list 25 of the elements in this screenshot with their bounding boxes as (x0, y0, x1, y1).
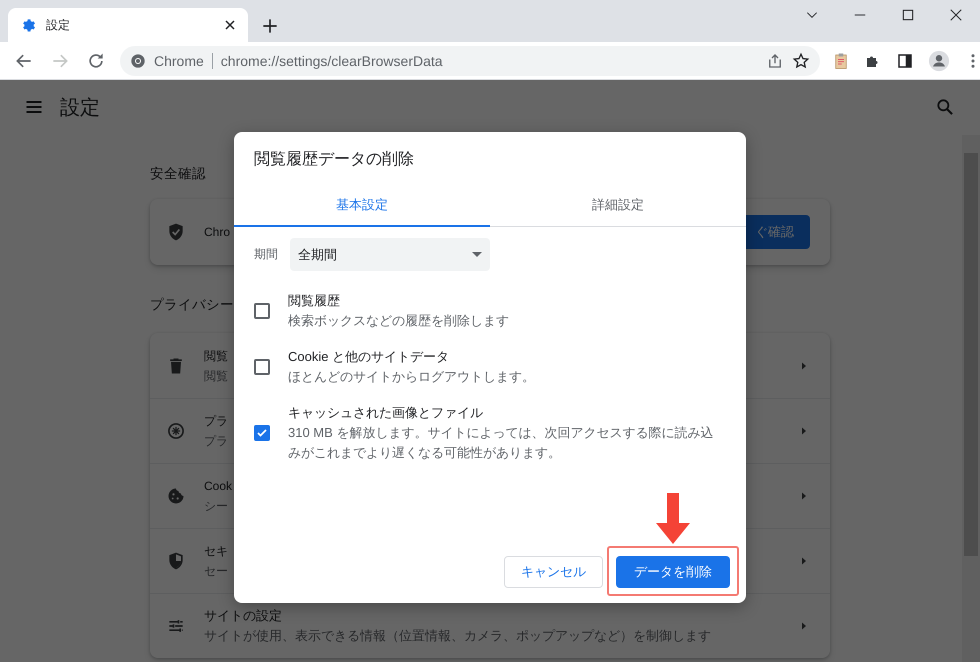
option-description: 310 MB を解放します。サイトによっては、次回アクセスする際に読み込みがこれまでより遅くなる可能性があります。 (288, 424, 714, 462)
row-subtitle: 閲覧 (204, 368, 228, 384)
tab-title: 設定 (46, 16, 71, 34)
row-title: サイトの設定 (204, 607, 282, 625)
row-title: プラ (204, 413, 228, 430)
page-title: 設定 (60, 96, 100, 120)
row-subtitle: シー (204, 498, 228, 515)
row-subtitle: プラ (204, 433, 228, 450)
option-description: ほとんどのサイトからログアウトします。 (288, 368, 535, 386)
option-title: 閲覧履歴 (288, 292, 340, 310)
row-title: 閲覧 (204, 348, 228, 364)
dialog-title: 閲覧履歴データの削除 (253, 150, 415, 170)
option-title: キャッシュされた画像とファイル (288, 404, 483, 422)
field-label: 期間 (254, 246, 278, 263)
option-description: 検索ボックスなどの履歴を削除します (288, 312, 509, 330)
section-heading: 安全確認 (150, 165, 206, 183)
row-title: Cook (204, 478, 232, 495)
url-text: chrome://settings/clearBrowserData (220, 52, 444, 68)
option-title: Cookie と他のサイトデータ (288, 348, 450, 366)
row-subtitle: サイトが使用、表示できる情報（位置情報、カメラ、ポップアップなど）を制御します (204, 627, 711, 645)
row-subtitle: セー (204, 563, 228, 580)
site-label: Chrome (154, 52, 204, 68)
section-heading: プライバシー (150, 296, 234, 314)
row-title: セキ (204, 543, 228, 560)
safety-check-text: Chro (204, 225, 230, 239)
